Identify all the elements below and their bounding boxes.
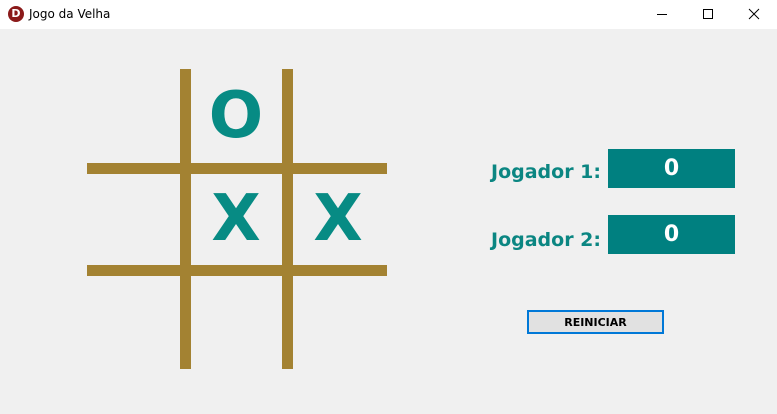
board-cell-2[interactable]: O (191, 71, 281, 161)
board-cell-5[interactable]: X (191, 174, 281, 264)
board-cell-3[interactable] (293, 71, 383, 161)
player2-label: Jogador 2: (491, 229, 602, 251)
grid-line-vertical-1 (180, 69, 191, 369)
board-cell-1[interactable] (89, 71, 179, 161)
player1-label: Jogador 1: (491, 161, 602, 183)
close-icon (748, 8, 760, 20)
reset-button[interactable]: REINICIAR (527, 310, 664, 334)
board-cell-6[interactable]: X (293, 174, 383, 264)
grid-line-vertical-2 (282, 69, 293, 369)
title-bar[interactable]: D Jogo da Velha (0, 0, 777, 29)
board-cell-7[interactable] (89, 277, 179, 367)
minimize-button[interactable] (639, 0, 685, 29)
window-title: Jogo da Velha (29, 7, 111, 21)
tic-tac-toe-board: O X X (87, 69, 387, 369)
minimize-icon (657, 14, 667, 15)
grid-line-horizontal-1 (87, 163, 387, 174)
player2-score: 0 (608, 215, 735, 254)
board-cell-9[interactable] (293, 277, 383, 367)
board-cell-8[interactable] (191, 277, 281, 367)
app-window: D Jogo da Velha O X X Jogador 1: 0 Jogad… (0, 0, 777, 414)
maximize-button[interactable] (685, 0, 731, 29)
app-icon: D (8, 6, 24, 22)
board-cell-4[interactable] (89, 174, 179, 264)
grid-line-horizontal-2 (87, 265, 387, 276)
close-button[interactable] (731, 0, 777, 29)
maximize-icon (703, 9, 713, 19)
player1-score: 0 (608, 149, 735, 188)
